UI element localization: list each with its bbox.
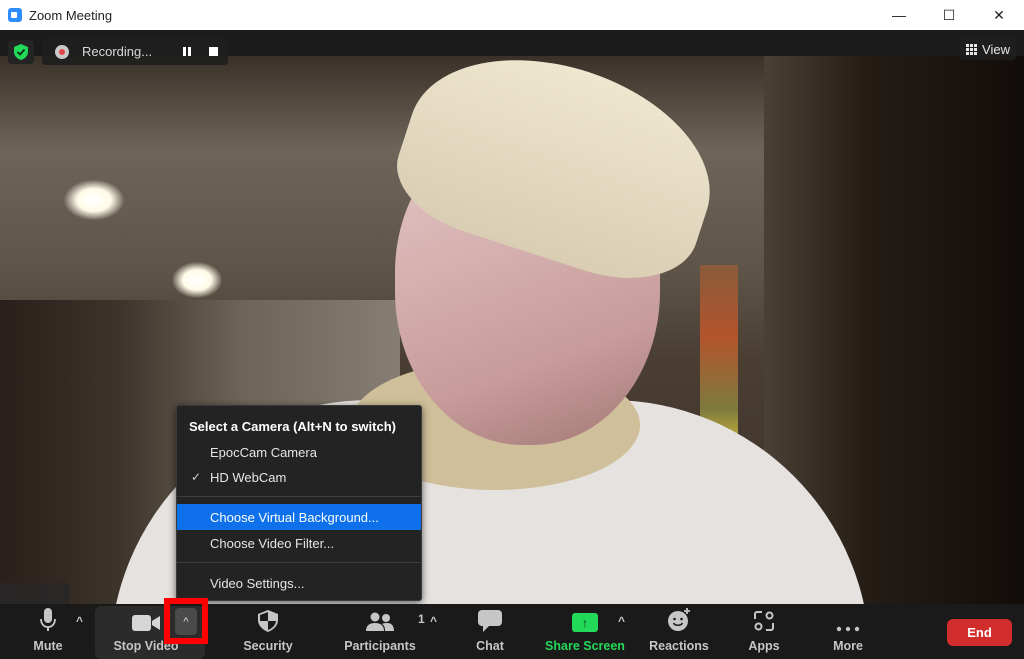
menu-option-label: Choose Virtual Background... bbox=[210, 509, 379, 525]
more-dots-icon bbox=[836, 626, 860, 632]
more-label: More bbox=[833, 639, 863, 653]
participants-options-caret[interactable]: ^ bbox=[430, 614, 437, 628]
maximize-button[interactable]: ☐ bbox=[924, 0, 974, 30]
participants-icon bbox=[366, 612, 394, 631]
participants-button[interactable]: 1 Participants bbox=[344, 604, 424, 659]
close-button[interactable]: ✕ bbox=[974, 0, 1024, 30]
share-screen-button[interactable]: ↑ Share Screen bbox=[545, 604, 625, 659]
recording-label: Recording... bbox=[82, 44, 153, 59]
camera-option-label: HD WebCam bbox=[210, 469, 287, 485]
menu-item-epoccam-camera[interactable]: EpocCam Camera bbox=[177, 439, 421, 465]
stop-recording-button[interactable] bbox=[200, 38, 226, 65]
share-screen-arrow-icon: ↑ bbox=[572, 613, 598, 632]
chat-button[interactable]: Chat bbox=[470, 604, 510, 659]
meeting-toolbar: Mute ^ Stop Video Security 1 Participant… bbox=[0, 604, 1024, 659]
pause-recording-button[interactable] bbox=[174, 38, 200, 65]
menu-item-choose-virtual-background[interactable]: Choose Virtual Background... bbox=[177, 504, 421, 530]
menu-item-hd-webcam[interactable]: ✓ HD WebCam bbox=[177, 464, 421, 490]
participant-count: 1 bbox=[418, 612, 425, 626]
ceiling-light bbox=[172, 262, 222, 298]
video-feed bbox=[0, 30, 1024, 604]
camera-menu: Select a Camera (Alt+N to switch) EpocCa… bbox=[176, 405, 422, 601]
share-options-caret[interactable]: ^ bbox=[618, 614, 625, 628]
stop-icon bbox=[208, 47, 218, 56]
recording-indicator: Recording... bbox=[42, 38, 228, 65]
menu-option-label: Video Settings... bbox=[210, 575, 305, 591]
security-label: Security bbox=[243, 639, 293, 653]
share-screen-label: Share Screen bbox=[545, 639, 625, 653]
audio-options-caret[interactable]: ^ bbox=[76, 614, 83, 628]
more-button[interactable]: More bbox=[828, 604, 868, 659]
title-bar: Zoom Meeting — ☐ ✕ bbox=[0, 0, 1024, 30]
menu-divider bbox=[177, 496, 421, 497]
window-controls: — ☐ ✕ bbox=[874, 0, 1024, 30]
zoom-logo-icon bbox=[8, 8, 22, 22]
menu-option-label: Choose Video Filter... bbox=[210, 535, 335, 551]
shield-check-icon bbox=[14, 44, 28, 60]
recording-dot-icon bbox=[55, 44, 69, 59]
reactions-smiley-icon bbox=[668, 608, 690, 631]
chat-bubble-icon bbox=[478, 610, 502, 632]
menu-divider bbox=[177, 562, 421, 563]
grid-view-icon bbox=[966, 43, 978, 55]
video-camera-icon bbox=[132, 615, 160, 631]
minimize-button[interactable]: — bbox=[874, 0, 924, 30]
apps-label: Apps bbox=[748, 639, 780, 653]
camera-menu-header: Select a Camera (Alt+N to switch) bbox=[189, 419, 396, 434]
reactions-button[interactable]: Reactions bbox=[649, 604, 709, 659]
security-shield-icon bbox=[258, 610, 278, 632]
view-label: View bbox=[982, 41, 1010, 57]
chat-label: Chat bbox=[476, 639, 504, 653]
microphone-icon bbox=[40, 608, 56, 631]
checkmark-icon: ✓ bbox=[191, 470, 202, 484]
ceiling-light bbox=[64, 180, 124, 220]
annotation-highlight-box bbox=[164, 598, 208, 644]
security-button[interactable]: Security bbox=[238, 604, 298, 659]
menu-item-video-settings[interactable]: Video Settings... bbox=[177, 570, 421, 596]
end-meeting-button[interactable]: End bbox=[947, 619, 1012, 646]
pause-icon bbox=[183, 47, 192, 56]
menu-item-choose-video-filter[interactable]: Choose Video Filter... bbox=[177, 530, 421, 556]
participants-label: Participants bbox=[344, 639, 416, 653]
meeting-security-badge[interactable] bbox=[8, 40, 34, 64]
mute-button[interactable]: Mute bbox=[28, 604, 68, 659]
apps-button[interactable]: Apps bbox=[744, 604, 784, 659]
reactions-label: Reactions bbox=[649, 639, 709, 653]
view-button[interactable]: View bbox=[960, 38, 1016, 60]
mute-label: Mute bbox=[33, 639, 63, 653]
camera-option-label: EpocCam Camera bbox=[210, 444, 317, 460]
window-title: Zoom Meeting bbox=[29, 7, 113, 23]
participant-name-label bbox=[0, 583, 70, 604]
apps-icon bbox=[754, 611, 774, 631]
